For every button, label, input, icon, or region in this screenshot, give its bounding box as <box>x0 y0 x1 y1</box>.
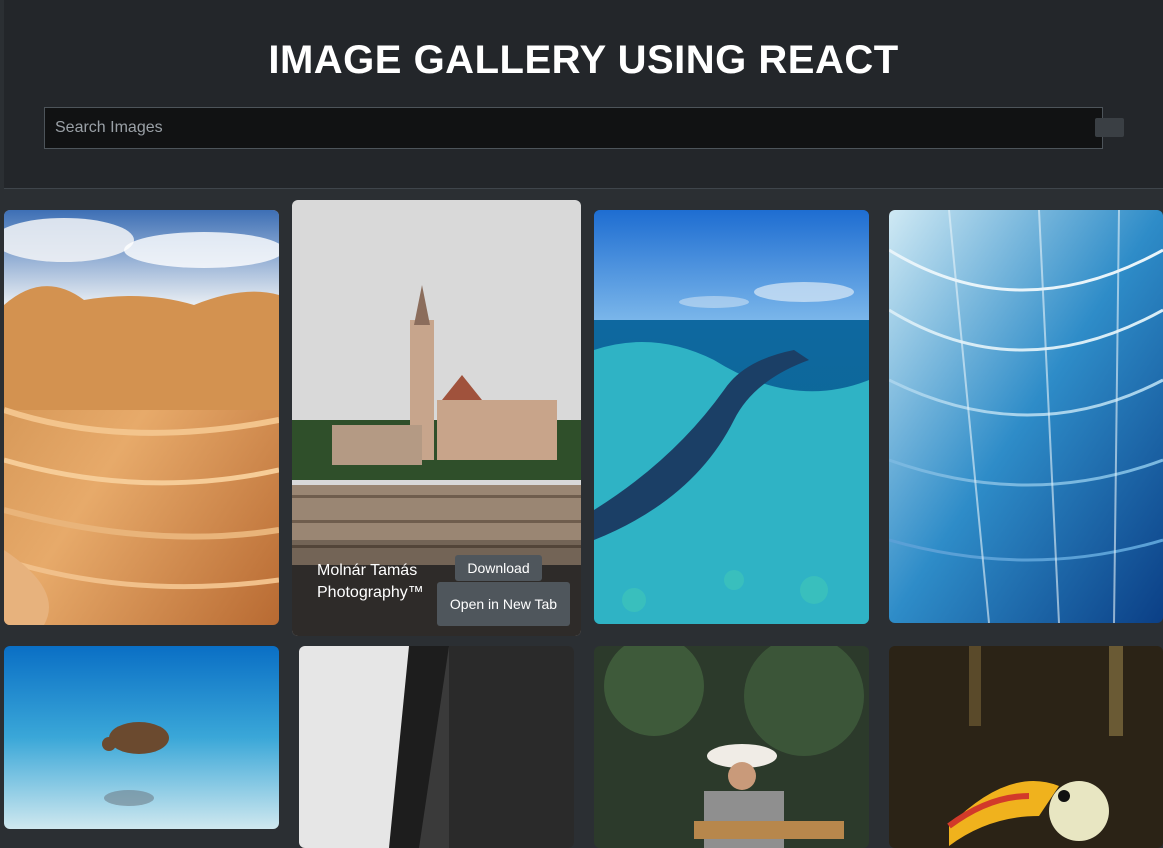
gallery-image-castle[interactable]: Molnár Tamás Photography™ Download Open … <box>292 200 581 636</box>
gallery-image-toucan[interactable] <box>889 646 1163 848</box>
gallery-image-glass-wave[interactable] <box>889 210 1163 623</box>
image-author: Molnár Tamás Photography™ <box>317 562 424 601</box>
search-button[interactable] <box>1095 118 1124 137</box>
download-button[interactable]: Download <box>455 555 542 581</box>
gallery-image-reef[interactable] <box>594 210 869 624</box>
page-title: IMAGE GALLERY USING REACT <box>268 38 899 82</box>
search-input[interactable] <box>44 107 1103 149</box>
gallery-image-bw-portrait[interactable] <box>299 646 574 848</box>
gallery-image-canyon[interactable] <box>4 210 279 625</box>
app-header: IMAGE GALLERY USING REACT <box>4 0 1163 189</box>
gallery-image-guitarist[interactable] <box>594 646 869 848</box>
open-in-new-tab-button[interactable]: Open in New Tab <box>437 582 570 626</box>
gallery-image-turtle[interactable] <box>4 646 279 829</box>
